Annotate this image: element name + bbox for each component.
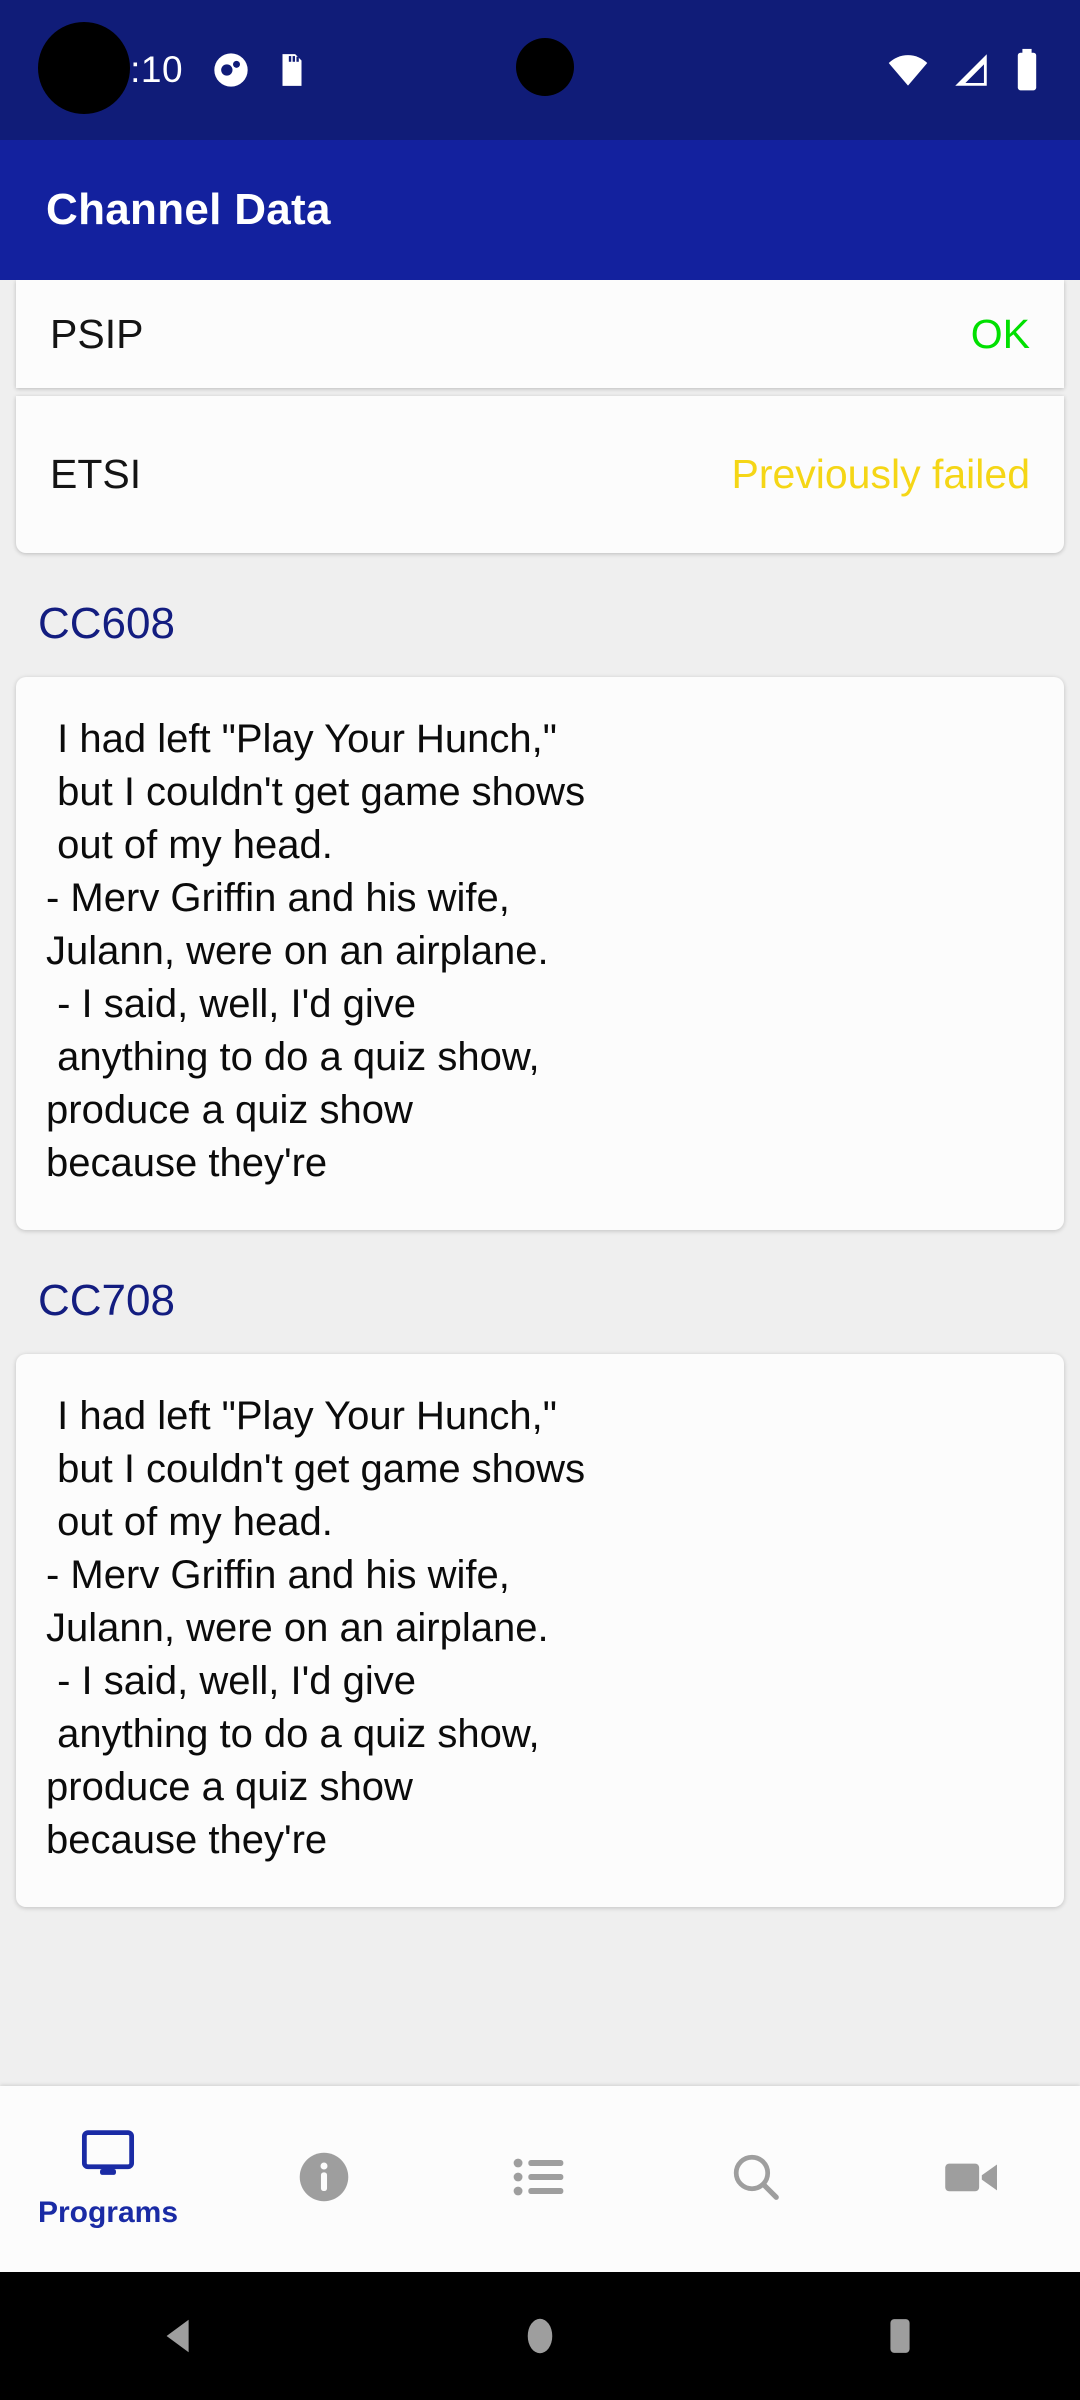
info-circle-icon — [296, 2149, 352, 2210]
psip-status-badge: OK — [970, 310, 1030, 357]
caption-line: produce a quiz show — [46, 1088, 413, 1132]
wifi-icon — [886, 48, 930, 92]
caption-line: I had left "Play Your Hunch," — [46, 717, 557, 761]
bottom-tab-bar: Programs — [0, 2086, 1080, 2272]
tv-monitor-icon — [79, 2129, 137, 2184]
camera-punch-hole-center — [516, 38, 574, 96]
caption-line: out of my head. — [46, 1500, 333, 1544]
tab-search[interactable] — [648, 2086, 864, 2272]
camera-punch-hole-left — [38, 22, 130, 114]
section-title-cc608: CC608 — [38, 599, 175, 648]
status-bar: 10:10 — [0, 0, 1080, 140]
caption-line: I had left "Play Your Hunch," — [46, 1394, 557, 1438]
app-bar: Channel Data — [0, 140, 1080, 280]
caption-line: - I said, well, I'd give — [46, 1659, 416, 1703]
sd-card-icon — [273, 50, 311, 90]
etsi-status-badge: Previously failed — [731, 451, 1030, 497]
list-icon — [512, 2153, 568, 2206]
back-icon[interactable] — [90, 2272, 270, 2400]
caption-line: but I couldn't get game shows — [46, 1447, 586, 1491]
cc608-caption-card[interactable]: I had left "Play Your Hunch," but I coul… — [16, 677, 1064, 1230]
page-title: Channel Data — [46, 185, 331, 234]
tab-video[interactable] — [864, 2086, 1080, 2272]
battery-icon — [1012, 47, 1042, 93]
caption-line: because they're — [46, 1818, 328, 1862]
caption-line: anything to do a quiz show, — [46, 1712, 540, 1756]
cc708-caption-card[interactable]: I had left "Play Your Hunch," but I coul… — [16, 1354, 1064, 1907]
caption-line: - I said, well, I'd give — [46, 982, 416, 1026]
caption-line: because they're — [46, 1141, 328, 1185]
card-gap — [0, 388, 1080, 396]
android-nav-bar — [0, 2272, 1080, 2400]
recents-icon[interactable] — [810, 2272, 990, 2400]
status-bar-right-icons — [886, 0, 1042, 140]
caption-line: anything to do a quiz show, — [46, 1035, 540, 1079]
tab-info[interactable] — [216, 2086, 432, 2272]
tab-list[interactable] — [432, 2086, 648, 2272]
section-title-cc708: CC708 — [38, 1276, 175, 1325]
do-not-disturb-icon — [211, 50, 251, 90]
caption-line: - Merv Griffin and his wife, — [46, 1553, 510, 1597]
psip-label: PSIP — [50, 310, 144, 357]
caption-line: out of my head. — [46, 823, 333, 867]
phone-screen: 10:10 Channel Data PSIP OK ETSI Previous… — [0, 0, 1080, 2400]
caption-line: - Merv Griffin and his wife, — [46, 876, 510, 920]
table-row[interactable]: PSIP OK — [16, 280, 1064, 388]
caption-line: produce a quiz show — [46, 1765, 413, 1809]
search-icon — [729, 2150, 783, 2209]
tab-label-programs: Programs — [37, 2195, 179, 2229]
video-camera-icon — [943, 2155, 1001, 2204]
scroll-content[interactable]: PSIP OK ETSI Previously failed CC608 I h… — [0, 280, 1080, 2086]
psip-card[interactable]: PSIP OK — [16, 280, 1064, 388]
cellular-signal-icon — [950, 48, 992, 92]
tab-programs[interactable]: Programs — [0, 2086, 216, 2272]
caption-line: Julann, were on an airplane. — [46, 1606, 549, 1650]
caption-line: Julann, were on an airplane. — [46, 929, 549, 973]
etsi-label: ETSI — [50, 451, 142, 497]
caption-line: but I couldn't get game shows — [46, 770, 586, 814]
table-row[interactable]: ETSI Previously failed — [16, 396, 1064, 553]
etsi-card[interactable]: ETSI Previously failed — [16, 396, 1064, 553]
home-icon[interactable] — [450, 2272, 630, 2400]
